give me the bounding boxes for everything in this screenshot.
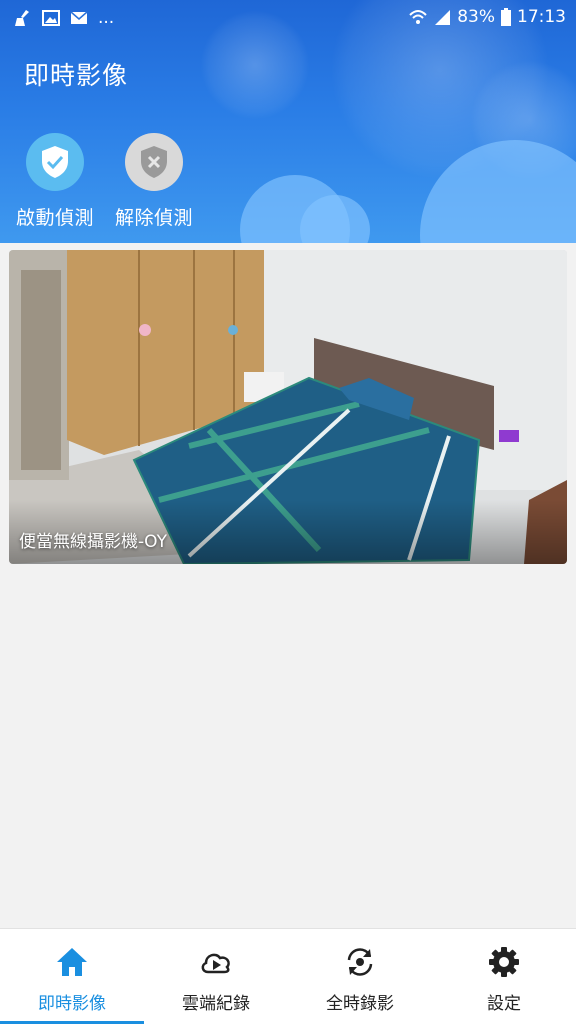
arm-detection-circle [26, 133, 84, 191]
app-root: ... 83% 17:13 即時影像 啟動偵測 解除偵測 便當無線攝影機-OY … [0, 0, 576, 1024]
page-title: 即時影像 [24, 61, 129, 90]
disarm-detection-label: 解除偵測 [114, 207, 193, 229]
shield-x-icon [141, 146, 167, 178]
header: ... 83% 17:13 即時影像 啟動偵測 解除偵測 [0, 0, 576, 243]
sync-record-icon [347, 948, 373, 976]
signal-icon [433, 8, 451, 26]
image-icon [42, 9, 60, 27]
gear-icon [489, 947, 519, 977]
battery-percent: 83% [457, 7, 495, 27]
wifi-icon [409, 8, 427, 26]
nav-cloud-records[interactable]: 雲端紀錄 [144, 929, 288, 1024]
camera-name: 便當無線攝影機-OY [19, 532, 167, 552]
arm-detection-label: 啟動偵測 [15, 207, 94, 229]
disarm-detection-circle [125, 133, 183, 191]
nav-settings-label: 設定 [487, 994, 521, 1014]
mail-icon [70, 9, 88, 27]
status-more: ... [98, 8, 115, 28]
clock: 17:13 [517, 7, 566, 27]
nav-cloud-records-label: 雲端紀錄 [182, 994, 250, 1014]
status-bar: ... 83% 17:13 [0, 0, 576, 36]
nav-continuous-recording[interactable]: 全時錄影 [288, 929, 432, 1024]
broom-icon [14, 9, 32, 27]
shield-check-icon [42, 146, 68, 178]
nav-live-view-label: 即時影像 [38, 994, 106, 1014]
battery-icon [501, 8, 511, 26]
cloud-play-icon [201, 953, 230, 974]
home-icon [57, 948, 87, 976]
bottom-nav: 即時影像 雲端紀錄 全時錄影 設定 [0, 928, 576, 1024]
disarm-detection-button[interactable]: 解除偵測 [99, 133, 209, 230]
camera-snapshot [9, 250, 567, 564]
arm-detection-button[interactable]: 啟動偵測 [0, 133, 110, 230]
nav-settings[interactable]: 設定 [432, 929, 576, 1024]
nav-live-view[interactable]: 即時影像 [0, 929, 144, 1024]
nav-continuous-recording-label: 全時錄影 [326, 994, 394, 1014]
camera-feed-card[interactable]: 便當無線攝影機-OY [9, 250, 567, 564]
